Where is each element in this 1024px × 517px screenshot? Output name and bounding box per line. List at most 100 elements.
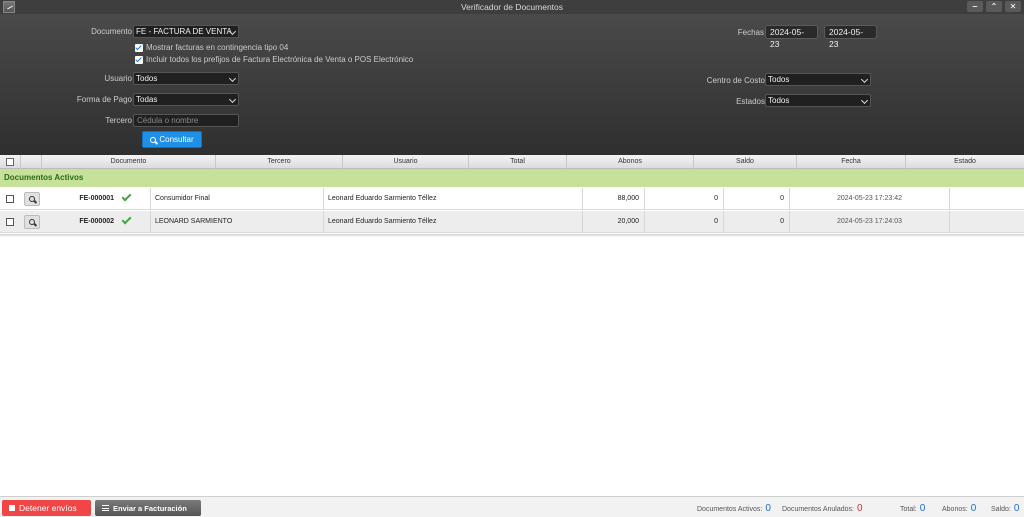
fecha-desde-input[interactable]: 2024-05-23 — [765, 25, 818, 49]
chevron-down-icon — [228, 95, 237, 104]
documento-select[interactable]: FE - FACTURA DE VENTA — [133, 25, 239, 38]
stat-abonos-value: 0 — [970, 503, 977, 514]
filter-panel: Documento FE - FACTURA DE VENTA Mostrar … — [0, 14, 1024, 155]
search-icon — [150, 136, 157, 143]
stat-abonos: Abonos: 0 — [942, 503, 976, 514]
header-blank — [21, 155, 42, 169]
column-usuario[interactable]: Usuario — [343, 155, 469, 169]
cell-estado — [950, 211, 1024, 233]
stat-total-value: 0 — [919, 503, 926, 514]
stat-saldo-label: Saldo: — [991, 506, 1011, 513]
cell-documento-frame — [42, 188, 151, 210]
contingencia-checkbox-row[interactable]: Mostrar facturas en contingencia tipo 04 — [135, 43, 288, 52]
stat-saldo-value: 0 — [1013, 503, 1020, 514]
column-estado[interactable]: Estado — [906, 155, 1024, 169]
cell-saldo: 0 — [724, 188, 790, 210]
documento-select-value: FE - FACTURA DE VENTA — [136, 27, 232, 36]
cell-fecha: 2024-05-23 17:24:03 — [790, 211, 950, 233]
column-total[interactable]: Total — [469, 155, 567, 169]
centro-costo-select[interactable]: Todos — [765, 73, 871, 86]
column-documento[interactable]: Documento — [42, 155, 216, 169]
chevron-down-icon — [860, 96, 869, 105]
contingencia-checkbox-label: Mostrar facturas en contingencia tipo 04 — [146, 43, 289, 52]
minimize-button[interactable]: ‒ — [967, 1, 983, 12]
window-controls: ‒ ⌃ ✕ — [967, 1, 1021, 12]
stat-anulados-label: Documentos Anulados: — [782, 506, 854, 513]
table-header: Documento Tercero Usuario Total Abonos S… — [0, 155, 1024, 169]
app-icon — [3, 1, 15, 13]
stop-sending-label: Detener envíos — [19, 503, 77, 513]
table-row[interactable]: FE-000002 LEONARD SARMIENTO Leonard Edua… — [0, 211, 1024, 233]
consultar-button[interactable]: Consultar — [142, 131, 202, 148]
window-title: Verificador de Documentos — [460, 2, 564, 12]
column-saldo[interactable]: Saldo — [694, 155, 797, 169]
prefijos-checkbox[interactable] — [135, 55, 143, 64]
stat-saldo: Saldo: 0 — [991, 503, 1019, 514]
stat-total: Total: 0 — [900, 503, 925, 514]
consultar-button-label: Consultar — [159, 135, 194, 144]
select-all-checkbox[interactable] — [6, 158, 14, 166]
list-icon — [102, 505, 109, 511]
usuario-select[interactable]: Todos — [133, 72, 239, 85]
fechas-label: Fechas — [737, 28, 764, 37]
title-bar: Verificador de Documentos ‒ ⌃ ✕ — [0, 0, 1024, 14]
stop-icon — [9, 505, 15, 511]
stat-activos-label: Documentos Activos: — [697, 506, 763, 513]
centro-costo-label: Centro de Costo — [706, 76, 765, 85]
search-icon — [29, 219, 35, 225]
stat-abonos-label: Abonos: — [942, 506, 968, 513]
cell-fecha: 2024-05-23 17:23:42 — [790, 188, 950, 210]
cell-saldo: 0 — [724, 211, 790, 233]
chevron-down-icon — [860, 75, 869, 84]
cell-tercero: LEONARD SARMIENTO — [151, 211, 324, 233]
forma-pago-select-value: Todas — [136, 95, 158, 104]
fecha-hasta-input[interactable]: 2024-05-23 — [824, 25, 877, 49]
documento-label: Documento — [91, 27, 132, 36]
tercero-label: Tercero — [105, 116, 132, 125]
cell-documento-frame — [42, 211, 151, 233]
maximize-button[interactable]: ⌃ — [986, 1, 1002, 12]
column-fecha[interactable]: Fecha — [797, 155, 906, 169]
cell-total: 20,000 — [583, 211, 645, 233]
estados-select[interactable]: Todos — [765, 94, 871, 107]
select-all-cell — [0, 155, 21, 169]
stat-anulados: Documentos Anulados: 0 — [782, 503, 863, 514]
footer-bar: Detener envíos Enviar a Facturación Docu… — [0, 496, 1024, 517]
stat-activos: Documentos Activos: 0 — [697, 503, 771, 514]
row-checkbox[interactable] — [6, 218, 14, 226]
cell-usuario: Leonard Eduardo Sarmiento Téllez — [324, 188, 583, 210]
forma-pago-select[interactable]: Todas — [133, 93, 239, 106]
view-document-button[interactable] — [24, 192, 40, 206]
table-row[interactable]: FE-000001 Consumidor Final Leonard Eduar… — [0, 188, 1024, 210]
centro-costo-select-value: Todos — [768, 75, 790, 84]
table-shadow — [0, 234, 1024, 237]
stat-total-label: Total: — [900, 506, 917, 513]
stop-sending-button[interactable]: Detener envíos — [2, 500, 91, 516]
view-document-button[interactable] — [24, 215, 40, 229]
forma-pago-label: Forma de Pago — [76, 95, 132, 104]
tercero-input[interactable]: Cédula o nombre — [133, 114, 239, 127]
stat-anulados-value: 0 — [857, 503, 863, 514]
row-checkbox[interactable] — [6, 195, 14, 203]
send-to-billing-label: Enviar a Facturación — [113, 503, 187, 513]
cell-estado — [950, 188, 1024, 210]
estados-select-value: Todos — [768, 96, 790, 105]
cell-abonos: 0 — [645, 188, 724, 210]
cell-total: 88,000 — [583, 188, 645, 210]
close-button[interactable]: ✕ — [1005, 1, 1021, 12]
cell-abonos: 0 — [645, 211, 724, 233]
send-to-billing-button[interactable]: Enviar a Facturación — [95, 500, 201, 516]
usuario-select-value: Todos — [136, 74, 158, 83]
prefijos-checkbox-row[interactable]: Incluir todos los prefijos de Factura El… — [135, 55, 413, 64]
group-header-activos[interactable]: Documentos Activos — [0, 169, 1024, 187]
search-icon — [29, 196, 35, 202]
cell-usuario: Leonard Eduardo Sarmiento Téllez — [324, 211, 583, 233]
cell-tercero: Consumidor Final — [151, 188, 324, 210]
column-abonos[interactable]: Abonos — [567, 155, 694, 169]
estados-label: Estados — [736, 97, 765, 106]
prefijos-checkbox-label: Incluir todos los prefijos de Factura El… — [146, 55, 414, 64]
contingencia-checkbox[interactable] — [135, 43, 143, 52]
chevron-down-icon — [228, 74, 237, 83]
usuario-label: Usuario — [104, 74, 132, 83]
column-tercero[interactable]: Tercero — [216, 155, 343, 169]
